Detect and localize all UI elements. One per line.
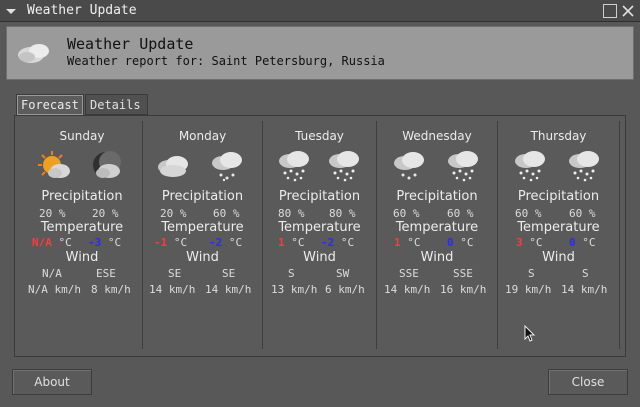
close-window-icon[interactable]: [621, 4, 635, 18]
temp-high: 1: [394, 236, 401, 249]
precipitation-label: Precipitation: [41, 189, 123, 204]
temp-high: 1: [278, 236, 285, 249]
temp-low: -3: [88, 236, 102, 249]
precipitation-label: Precipitation: [278, 189, 361, 204]
temp-unit: °C: [340, 236, 355, 249]
about-button[interactable]: About: [12, 369, 92, 395]
precip-day: 80 %: [278, 207, 305, 220]
night-cloudy-icon: [93, 151, 121, 178]
wind-label: Wind: [542, 250, 575, 265]
precip-day: 20 %: [39, 207, 66, 220]
wind-dir-day: SE: [168, 267, 182, 280]
day-column-thursday: Thursday Precipitation 60 % 60 % Tempera…: [498, 121, 620, 349]
temperature-label: Temperature: [40, 220, 124, 235]
precip-night: 60 %: [213, 207, 240, 220]
wind-speed-night: 16 km/h: [440, 283, 487, 296]
snow-icon: [329, 151, 359, 182]
header-subtitle: Weather report for: Saint Petersburg, Ru…: [67, 54, 385, 68]
wind-label: Wind: [420, 250, 454, 265]
precip-night: 60 %: [447, 207, 474, 220]
wind-dir-night: ESE: [96, 267, 116, 280]
temp-low: -2: [209, 236, 223, 249]
day-name: Wednesday: [402, 129, 472, 143]
day-column-tuesday: Tuesday Precipitation 80 % 80 % Temperat…: [263, 121, 377, 349]
wind-label: Wind: [65, 250, 99, 265]
day-column-monday: Monday Precipitation 20 % 60 % Temperatu…: [143, 121, 263, 349]
maximize-button[interactable]: [603, 4, 617, 18]
temperature-label: Temperature: [278, 220, 361, 235]
snow-icon: [279, 151, 309, 182]
wind-speed-day: 19 km/h: [505, 283, 552, 296]
wind-dir-day: N/A: [42, 267, 62, 280]
temp-unit: °C: [460, 236, 474, 249]
precipitation-label: Precipitation: [396, 189, 478, 204]
wind-label: Wind: [186, 250, 219, 265]
wind-speed-day: 14 km/h: [384, 283, 431, 296]
precip-day: 60 %: [515, 207, 542, 220]
wind-speed-night: 14 km/h: [561, 283, 608, 296]
temp-unit: °C: [58, 236, 72, 249]
temperature-label: Temperature: [517, 220, 600, 235]
close-button[interactable]: Close: [548, 369, 628, 395]
snow-icon: [569, 151, 599, 182]
wind-dir-day: SSE: [399, 267, 419, 280]
wind-speed-day: 14 km/h: [149, 283, 196, 296]
cloud-logo-icon: [18, 44, 49, 63]
window-menu-icon[interactable]: [4, 4, 18, 18]
snow-icon: [515, 151, 545, 182]
temp-unit: °C: [529, 236, 543, 249]
cloud-snow-icon: [394, 152, 424, 180]
temperature-label: Temperature: [395, 220, 479, 235]
wind-dir-day: S: [528, 267, 535, 280]
wind-dir-night: S: [582, 267, 589, 280]
precip-night: 60 %: [569, 207, 596, 220]
temp-unit: °C: [173, 236, 188, 249]
precipitation-label: Precipitation: [161, 189, 244, 204]
tab-details[interactable]: Details: [85, 94, 148, 115]
wind-label: Wind: [303, 250, 336, 265]
cloud-snow-icon: [212, 152, 242, 182]
precip-night: 80 %: [329, 207, 356, 220]
temp-unit: °C: [228, 236, 243, 249]
mouse-cursor-icon: [524, 325, 536, 342]
precip-night: 20 %: [92, 207, 119, 220]
title-bar: Weather Update: [0, 0, 640, 22]
header-title: Weather Update: [67, 35, 194, 53]
wind-speed-day: N/A km/h: [28, 283, 81, 296]
day-column-sunday: Sunday Precipitation 20 % 20 % Temperatu…: [22, 121, 143, 349]
snow-icon: [448, 151, 478, 182]
wind-dir-night: SW: [336, 267, 350, 280]
temp-unit: °C: [407, 236, 421, 249]
temp-high: N/A: [32, 236, 52, 249]
window-title: Weather Update: [27, 3, 137, 18]
temp-high: 3: [516, 236, 523, 249]
temp-low: 0: [447, 236, 454, 249]
wind-speed-night: 8 km/h: [91, 283, 131, 296]
header-banner: Weather Update Weather report for: Saint…: [6, 26, 634, 80]
cloudy-icon: [158, 156, 188, 177]
wind-speed-day: 13 km/h: [271, 283, 318, 296]
day-name: Sunday: [59, 129, 105, 143]
temp-unit: °C: [582, 236, 596, 249]
day-name: Thursday: [530, 129, 587, 143]
day-name: Tuesday: [295, 129, 344, 143]
wind-dir-night: SE: [222, 267, 236, 280]
precip-day: 20 %: [160, 207, 187, 220]
temp-unit: °C: [291, 236, 305, 249]
temp-low: 0: [569, 236, 576, 249]
temp-high: -1: [154, 236, 168, 249]
wind-dir-night: SSE: [453, 267, 473, 280]
temperature-label: Temperature: [161, 220, 244, 235]
day-name: Monday: [178, 129, 227, 143]
precip-day: 60 %: [393, 207, 420, 220]
wind-dir-day: S: [288, 267, 295, 280]
temp-unit: °C: [107, 236, 122, 249]
precipitation-label: Precipitation: [517, 189, 600, 204]
wind-speed-night: 14 km/h: [205, 283, 252, 296]
wind-speed-night: 6 km/h: [325, 283, 365, 296]
temp-low: -2: [321, 236, 335, 249]
partly-sunny-icon: [38, 151, 70, 178]
tab-forecast[interactable]: Forecast: [16, 94, 84, 115]
day-column-wednesday: Wednesday Precipitation 60 % 60 % Temper…: [377, 121, 498, 349]
